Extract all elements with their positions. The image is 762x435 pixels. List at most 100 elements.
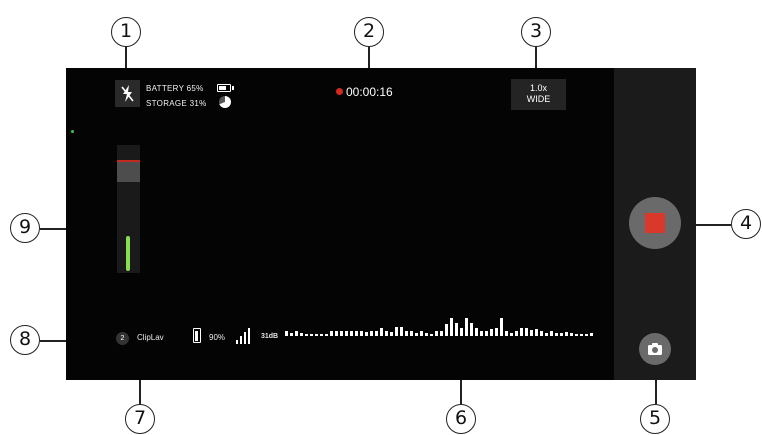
- waveform-bar: [390, 332, 393, 336]
- waveform-bar: [350, 331, 353, 336]
- waveform-bar: [460, 328, 463, 336]
- lens-name: WIDE: [526, 94, 551, 104]
- zoom-lens-button[interactable]: 1.0x WIDE: [511, 79, 566, 110]
- waveform-bar: [400, 327, 403, 336]
- stop-icon: [645, 213, 665, 233]
- status-dot: [71, 130, 74, 133]
- waveform-bar: [450, 318, 453, 336]
- callout-8-leader: [40, 340, 66, 342]
- waveform-bar: [445, 324, 448, 336]
- waveform-bar: [305, 334, 308, 336]
- waveform-bar: [315, 334, 318, 336]
- flash-off-button[interactable]: [115, 80, 140, 107]
- waveform-bar: [485, 331, 488, 336]
- audio-level-bar: [126, 236, 130, 271]
- waveform-bar: [525, 328, 528, 336]
- waveform-bar: [570, 333, 573, 336]
- photo-capture-button[interactable]: [639, 333, 671, 365]
- waveform-bar: [455, 323, 458, 336]
- mic-battery-icon: [193, 328, 201, 343]
- waveform-bar: [510, 333, 513, 336]
- waveform-bar: [505, 331, 508, 336]
- waveform-bar: [545, 333, 548, 336]
- waveform-bar: [535, 329, 538, 336]
- waveform-bar: [355, 331, 358, 336]
- callout-7-leader: [139, 380, 141, 404]
- waveform-bar: [420, 331, 423, 336]
- waveform-bar: [370, 331, 373, 336]
- waveform-bar: [300, 333, 303, 336]
- callout-2: 2: [354, 17, 384, 47]
- waveform-bar: [285, 331, 288, 336]
- callout-6-leader: [460, 380, 462, 404]
- waveform-bar: [325, 334, 328, 336]
- waveform-bar: [500, 318, 503, 336]
- waveform-bar: [590, 333, 593, 336]
- waveform-bar: [360, 331, 363, 336]
- callout-9-leader: [40, 228, 66, 230]
- waveform-bar: [440, 331, 443, 336]
- audio-peak-zone: [117, 160, 140, 182]
- storage-pie-icon: [219, 96, 231, 108]
- waveform-bar: [385, 331, 388, 336]
- mic-name: ClipLav: [137, 333, 164, 342]
- waveform-bar: [550, 331, 553, 336]
- waveform-bar: [395, 327, 398, 336]
- waveform-bar: [375, 331, 378, 336]
- callout-3: 3: [521, 17, 551, 47]
- waveform-bar: [520, 328, 523, 336]
- waveform-bar: [335, 331, 338, 336]
- audio-peak-line: [117, 160, 140, 162]
- callout-6: 6: [446, 404, 476, 434]
- waveform-bar: [430, 334, 433, 336]
- callout-9: 9: [10, 213, 40, 243]
- waveform-bar: [435, 331, 438, 336]
- storage-status-label: STORAGE 31%: [146, 99, 207, 108]
- callout-8: 8: [10, 325, 40, 355]
- waveform-bar: [330, 331, 333, 336]
- waveform-bar: [470, 323, 473, 336]
- waveform-bar: [340, 331, 343, 336]
- recording-timer: 00:00:16: [346, 85, 393, 99]
- waveform-bar: [405, 331, 408, 336]
- battery-status-label: BATTERY 65%: [146, 84, 204, 93]
- waveform-bar: [480, 331, 483, 336]
- waveform-bar: [425, 333, 428, 336]
- waveform-bar: [365, 332, 368, 336]
- callout-5: 5: [640, 404, 670, 434]
- waveform-bar: [345, 331, 348, 336]
- waveform-bar: [490, 329, 493, 336]
- waveform-bar: [310, 334, 313, 336]
- waveform-bar: [295, 331, 298, 336]
- waveform-bar: [320, 334, 323, 336]
- mic-db-label: 31dB: [261, 333, 279, 340]
- callout-4: 4: [731, 209, 761, 239]
- mic-battery-fill: [195, 331, 198, 341]
- waveform-bar: [380, 328, 383, 336]
- waveform-bar: [560, 333, 563, 336]
- signal-bar: [236, 340, 238, 344]
- recording-indicator-dot: [336, 88, 343, 95]
- waveform-bar: [540, 331, 543, 336]
- waveform-bar: [415, 333, 418, 336]
- waveform-bar: [530, 330, 533, 336]
- camera-icon: [648, 343, 662, 355]
- waveform-bar: [585, 334, 588, 336]
- zoom-level: 1.0x: [529, 83, 547, 93]
- waveform-bar: [555, 333, 558, 336]
- waveform-bar: [495, 328, 498, 336]
- battery-icon: [217, 84, 234, 92]
- waveform-bar: [290, 333, 293, 336]
- waveform-bar: [475, 328, 478, 336]
- waveform-bar: [580, 334, 583, 336]
- waveform-bar: [515, 331, 518, 336]
- callout-2-leader: [368, 47, 370, 68]
- waveform-bar: [465, 318, 468, 336]
- battery-level-fill: [219, 86, 226, 90]
- signal-bar: [248, 328, 250, 344]
- callout-7: 7: [125, 404, 155, 434]
- flash-off-icon: [121, 85, 134, 102]
- signal-bar: [240, 336, 242, 344]
- waveform-bar: [565, 332, 568, 336]
- signal-bar: [244, 332, 246, 344]
